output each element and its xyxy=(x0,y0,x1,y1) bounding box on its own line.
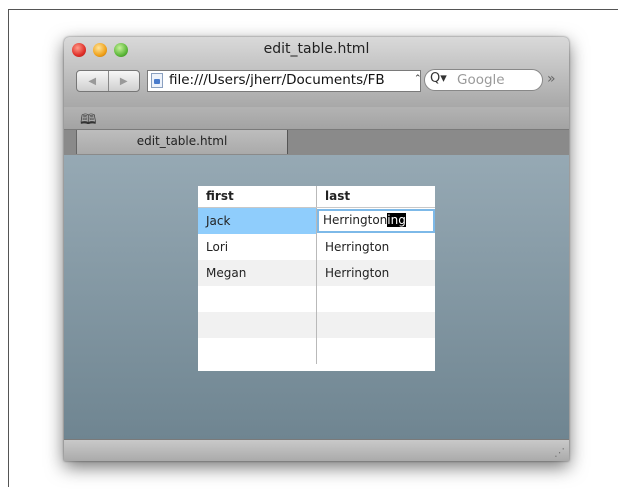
edit-typed-text: Herrington xyxy=(323,213,388,227)
cell-last-editing[interactable]: Herringtoning xyxy=(317,208,435,234)
tab-edit-table[interactable]: edit_table.html xyxy=(76,130,288,154)
cell-last[interactable] xyxy=(317,338,435,364)
title-bar[interactable]: edit_table.html ◀ ▶ file:///Users/jherr/… xyxy=(64,37,569,108)
browser-window: edit_table.html ◀ ▶ file:///Users/jherr/… xyxy=(64,37,569,461)
nav-buttons: ◀ ▶ xyxy=(76,70,140,92)
cell-first[interactable] xyxy=(198,338,317,364)
window-title: edit_table.html xyxy=(263,41,370,57)
cell-last[interactable]: Herrington xyxy=(317,260,435,286)
cell-first[interactable]: Jack xyxy=(198,208,317,234)
resize-grip-icon[interactable]: ⋰ xyxy=(554,446,565,459)
forward-arrow-icon: ▶ xyxy=(119,75,128,87)
forward-button[interactable]: ▶ xyxy=(107,71,140,91)
header-first[interactable]: first xyxy=(198,186,317,207)
cell-first[interactable] xyxy=(198,286,317,312)
search-placeholder: Google xyxy=(457,72,505,88)
table-row[interactable]: Jack Herringtoning xyxy=(198,208,435,234)
cell-edit-input[interactable]: Herringtoning xyxy=(317,209,435,233)
search-field[interactable]: Q▾ Google xyxy=(424,69,543,91)
tab-bar: edit_table.html xyxy=(64,129,569,156)
bookmarks-bar: 🕮 xyxy=(64,107,569,129)
page-icon xyxy=(151,73,163,88)
chevron-double-right-icon[interactable]: » xyxy=(547,71,555,87)
cell-first[interactable]: Lori xyxy=(198,234,317,260)
page-content: first last Jack Herringtoning Lori Herri… xyxy=(64,155,569,439)
address-scroll-icon: ⌃ xyxy=(414,74,422,84)
table-row[interactable]: Lori Herrington xyxy=(198,234,435,260)
table-row[interactable] xyxy=(198,312,435,338)
editable-table: first last Jack Herringtoning Lori Herri… xyxy=(198,186,435,371)
address-text[interactable]: file:///Users/jherr/Documents/FB xyxy=(169,72,385,88)
cell-first[interactable] xyxy=(198,312,317,338)
edit-selected-text: ing xyxy=(387,213,406,227)
table-row[interactable] xyxy=(198,286,435,312)
cell-last[interactable]: Herrington xyxy=(317,234,435,260)
header-last[interactable]: last xyxy=(317,186,435,207)
address-bar[interactable]: file:///Users/jherr/Documents/FB xyxy=(147,70,421,92)
table-row[interactable]: Megan Herrington xyxy=(198,260,435,286)
cell-last[interactable] xyxy=(317,312,435,338)
back-button[interactable]: ◀ xyxy=(77,71,108,91)
table-row[interactable] xyxy=(198,338,435,364)
cell-first[interactable]: Megan xyxy=(198,260,317,286)
status-bar: ⋰ xyxy=(64,439,569,461)
cell-last[interactable] xyxy=(317,286,435,312)
back-arrow-icon: ◀ xyxy=(88,75,97,87)
table-header-row: first last xyxy=(198,186,435,208)
magnifier-icon[interactable]: Q▾ xyxy=(430,71,447,86)
